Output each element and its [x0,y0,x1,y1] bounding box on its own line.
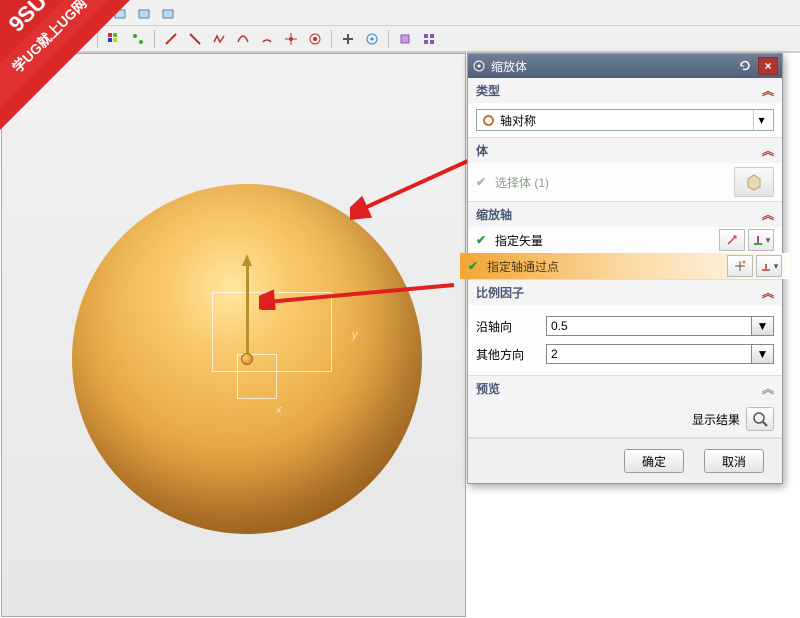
gear-icon [472,59,486,73]
target2-icon[interactable] [361,28,383,50]
other-direction-field: 其他方向 ▼ [476,341,774,367]
dialog-footer: 确定 取消 [468,438,782,483]
along-axis-label: 沿轴向 [476,318,546,335]
other-direction-input[interactable] [546,344,752,364]
section-header-scale[interactable]: 比例因子︽ [468,280,782,305]
point-icon[interactable] [280,28,302,50]
vertex-icon[interactable] [127,28,149,50]
check-icon: ✔ [468,259,482,273]
stepper-button[interactable]: ▼ [752,316,774,336]
section-header-type[interactable]: 类型︽ [468,78,782,103]
specify-axis-point-row[interactable]: ✔ 指定轴通过点 [460,253,790,279]
toolbar-icon[interactable] [133,2,155,24]
axis-arrow [246,259,249,359]
show-result-button[interactable] [746,407,774,431]
type-dropdown[interactable]: 轴对称 ▾ [476,109,774,131]
stepper-button[interactable]: ▼ [752,344,774,364]
cancel-button[interactable]: 取消 [704,449,764,473]
chevron-up-icon: ︽ [762,380,774,397]
vector-method-dropdown[interactable] [748,229,774,251]
section-header-axis[interactable]: 缩放轴︽ [468,202,782,227]
point-method-dropdown[interactable] [756,255,782,277]
toolbar-icon[interactable] [157,2,179,24]
specify-vector-row[interactable]: ✔ 指定矢量 [468,227,782,253]
chevron-up-icon: ︽ [762,142,774,159]
annotation-arrow [259,280,459,310]
scale-body-dialog: 缩放体 × 类型︽ 轴对称 ▾ 体︽ ✔ 选择体 (1) 缩放轴︽ [467,53,783,484]
axis-x-label: x [276,404,282,416]
show-result-row: 显示结果 [468,401,782,437]
type-dropdown-value: 轴对称 [500,112,536,129]
misc-icon[interactable] [394,28,416,50]
dialog-title: 缩放体 [491,58,527,75]
check-icon: ✔ [476,175,490,189]
arc-icon[interactable] [256,28,278,50]
solid-body-icon[interactable] [734,167,774,197]
section-scale-factor: 比例因子︽ 沿轴向 ▼ 其他方向 ▼ [468,280,782,376]
reset-icon[interactable] [735,57,755,75]
section-preview: 预览︽ 显示结果 [468,376,782,438]
annotation-arrow [350,155,480,225]
other-direction-label: 其他方向 [476,346,546,363]
section-type: 类型︽ 轴对称 ▾ [468,78,782,138]
chevron-up-icon: ︽ [762,206,774,223]
select-body-row[interactable]: ✔ 选择体 (1) [476,169,774,195]
curve-icon[interactable] [232,28,254,50]
specify-vector-label: 指定矢量 [495,232,716,249]
line2-icon[interactable] [184,28,206,50]
viewport[interactable]: y x [1,53,466,617]
section-header-body[interactable]: 体︽ [468,138,782,163]
section-header-preview[interactable]: 预览︽ [468,376,782,401]
close-icon[interactable]: × [758,57,778,75]
plus-icon[interactable] [337,28,359,50]
line-icon[interactable] [160,28,182,50]
vector-picker-button[interactable] [719,229,745,251]
target-icon[interactable] [304,28,326,50]
zigzag-icon[interactable] [208,28,230,50]
along-axis-field: 沿轴向 ▼ [476,313,774,339]
ok-button[interactable]: 确定 [624,449,684,473]
dialog-titlebar[interactable]: 缩放体 × [468,54,782,78]
axis-y-label: y [352,329,358,341]
specify-axis-point-label: 指定轴通过点 [487,258,724,275]
chevron-down-icon: ▾ [753,110,769,130]
check-icon: ✔ [476,233,490,247]
point-picker-button[interactable] [727,255,753,277]
section-scale-axis: 缩放轴︽ ✔ 指定矢量 ✔ 指定轴通过点 [468,202,782,280]
axisymmetric-icon [481,113,495,127]
section-body: 体︽ ✔ 选择体 (1) [468,138,782,202]
chevron-up-icon: ︽ [762,82,774,99]
along-axis-input[interactable] [546,316,752,336]
select-body-label: 选择体 (1) [495,174,734,191]
origin-point [241,353,253,365]
grid-icon[interactable] [418,28,440,50]
show-result-label: 显示结果 [692,411,740,428]
chevron-up-icon: ︽ [762,284,774,301]
